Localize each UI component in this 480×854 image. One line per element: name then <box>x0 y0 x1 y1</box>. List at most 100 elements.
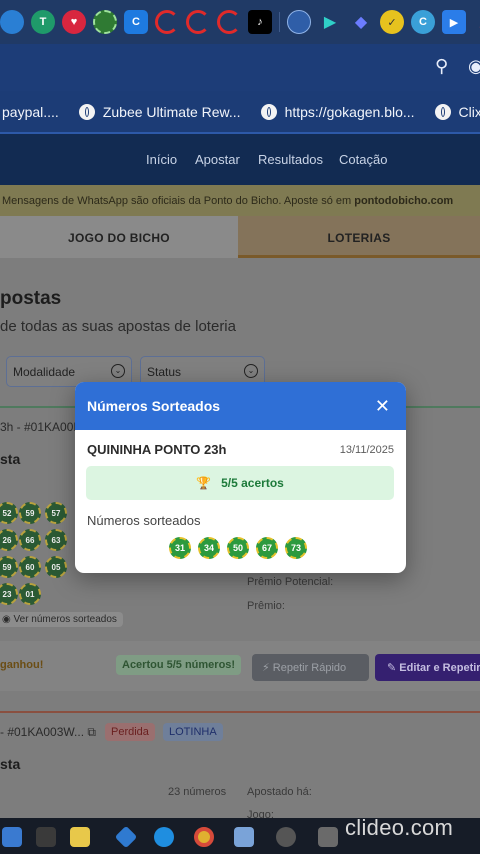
ver-numeros-link[interactable]: ◉ Ver números sorteados <box>0 612 123 627</box>
repetir-label: Repetir Rápido <box>272 662 347 674</box>
card-divider <box>0 711 480 713</box>
notepad-icon[interactable] <box>234 827 254 847</box>
tab-favicon-icon[interactable]: ✓ <box>380 10 404 34</box>
tab-favicon-icon[interactable]: C <box>411 10 435 34</box>
tiktok-icon[interactable]: ♪ <box>248 10 272 34</box>
bookmark-label: https://gokagen.blo... <box>284 103 415 120</box>
tab-favicon-icon[interactable] <box>287 10 311 34</box>
nav-cotacao[interactable]: Cotação <box>339 152 387 167</box>
chrome-icon[interactable] <box>194 827 214 847</box>
tab-favicon-icon[interactable] <box>0 10 24 34</box>
app-icon[interactable] <box>114 825 138 849</box>
tab-divider <box>279 12 280 32</box>
bet-number-ball: 59 <box>19 502 41 524</box>
page-subtitle: de todas as suas apostas de loteria <box>0 318 236 335</box>
section-label: sta <box>0 756 21 772</box>
bet-number-ball: 26 <box>0 529 18 551</box>
bet-number-ball: 63 <box>45 529 67 551</box>
hits-box: 🏆 5/5 acertos <box>86 466 394 500</box>
tab-favicon-icon[interactable]: T <box>31 10 55 34</box>
app-icon[interactable] <box>276 827 296 847</box>
bookmark-item[interactable]: https://gokagen.blo... <box>260 103 415 120</box>
hits-text: 5/5 acertos <box>221 476 284 490</box>
app-icon[interactable] <box>36 827 56 847</box>
bet-number-ball: 23 <box>0 583 18 605</box>
app-icon[interactable] <box>2 827 22 847</box>
modal-header: Números Sorteados ✕ <box>75 382 406 430</box>
tab-favicon-icon[interactable]: ◆ <box>349 10 373 34</box>
tab-loterias[interactable]: LOTERIAS <box>238 216 480 258</box>
drawn-numbers-modal: Números Sorteados ✕ QUININHA PONTO 23h 1… <box>75 382 406 573</box>
nav-inicio[interactable]: Início <box>146 152 177 167</box>
tab-favicon-icon[interactable] <box>217 10 241 34</box>
tab-favicon-icon[interactable] <box>93 10 117 34</box>
folder-icon[interactable] <box>70 827 90 847</box>
editar-repetir-button[interactable]: ✎ Editar e Repetir <box>375 654 480 681</box>
modal-title: Números Sorteados <box>87 398 221 414</box>
trophy-icon: 🏆 <box>196 476 212 490</box>
drawn-number-ball: 50 <box>227 537 249 559</box>
pencil-icon: ✎ <box>387 662 400 674</box>
play-icon[interactable]: ▶ <box>318 10 342 34</box>
bet-number-ball: 05 <box>45 556 67 578</box>
bookmark-label: ClixTen... <box>458 103 480 120</box>
ganhou-text: ganhou! <box>0 659 44 671</box>
edge-icon[interactable] <box>154 827 174 847</box>
bookmark-label: Zubee Ultimate Rew... <box>102 103 241 120</box>
section-label: sta <box>0 451 21 467</box>
tab-favicon-icon[interactable] <box>186 10 210 34</box>
type-badge: LOTINHA <box>163 723 223 741</box>
globe-icon <box>434 103 451 120</box>
modalidade-label: Modalidade <box>13 365 76 379</box>
bookmark-item[interactable]: paypal.... <box>2 104 59 120</box>
address-bar[interactable]: ⚲ ◉ <box>0 44 480 91</box>
tab-favicon-icon[interactable] <box>155 10 179 34</box>
copy-icon[interactable]: ⧉ <box>87 725 96 739</box>
calculator-icon[interactable] <box>318 827 338 847</box>
eye-icon: ◉ <box>2 614 14 625</box>
bookmark-item[interactable]: ClixTen... <box>434 103 480 120</box>
nav-apostar[interactable]: Apostar <box>195 152 240 167</box>
premio-label: Prêmio: <box>247 600 285 612</box>
status-label: Status <box>147 365 182 379</box>
tab-favicon-icon[interactable]: C <box>124 10 148 34</box>
editar-label: Editar e Repetir <box>399 662 480 674</box>
globe-icon <box>260 103 277 120</box>
bet-number-ball: 66 <box>19 529 41 551</box>
bet-number-ball: 59 <box>0 556 18 578</box>
drawn-number-ball: 73 <box>285 537 307 559</box>
chevron-down-icon: ⌄ <box>244 364 258 378</box>
banner-text: Mensagens de WhatsApp são oficiais da Po… <box>2 195 355 207</box>
lightning-icon: ⚡ <box>262 662 273 674</box>
zoom-icon[interactable]: ⚲ <box>435 56 448 77</box>
video-icon[interactable]: ▶ <box>442 10 466 34</box>
bookmark-item[interactable]: Zubee Ultimate Rew... <box>78 103 241 120</box>
tab-favicon-icon[interactable]: ♥ <box>62 10 86 34</box>
status-badge: Perdida <box>105 723 155 741</box>
drawn-numbers: 31 34 50 67 73 <box>169 537 307 559</box>
globe-icon <box>78 103 95 120</box>
eye-icon[interactable]: ◉ <box>468 56 480 77</box>
nav-resultados[interactable]: Resultados <box>258 152 323 167</box>
bookmark-label: paypal.... <box>2 103 59 120</box>
bet-id: 3h - #01KA00R <box>0 420 83 434</box>
repetir-rapido-button[interactable]: ⚡ Repetir Rápido <box>252 654 369 681</box>
count-label: 23 números <box>168 786 227 798</box>
bookmarks-bar: paypal.... Zubee Ultimate Rew... https:/… <box>0 91 480 134</box>
banner-site[interactable]: pontodobicho.com <box>354 195 453 207</box>
tab-favicon-icon[interactable]: ⟋ <box>473 10 480 34</box>
watermark: clideo.com <box>345 815 454 840</box>
bet-id: - #01KA003W... ⧉ <box>0 725 96 740</box>
bet-number-ball: 60 <box>19 556 41 578</box>
tab-jogo-do-bicho[interactable]: JOGO DO BICHO <box>0 216 238 258</box>
bet-number-ball: 01 <box>19 583 41 605</box>
drawn-numbers-label: Números sorteados <box>87 513 201 528</box>
acertou-badge: Acertou 5/5 números! <box>116 655 242 675</box>
premio-potencial-label: Prêmio Potencial: <box>247 576 334 588</box>
drawn-number-ball: 34 <box>198 537 220 559</box>
ver-numeros-label: Ver números sorteados <box>13 614 117 625</box>
page-title: postas <box>0 288 62 309</box>
close-icon[interactable]: ✕ <box>375 396 390 417</box>
drawn-number-ball: 67 <box>256 537 278 559</box>
drawn-number-ball: 31 <box>169 537 191 559</box>
